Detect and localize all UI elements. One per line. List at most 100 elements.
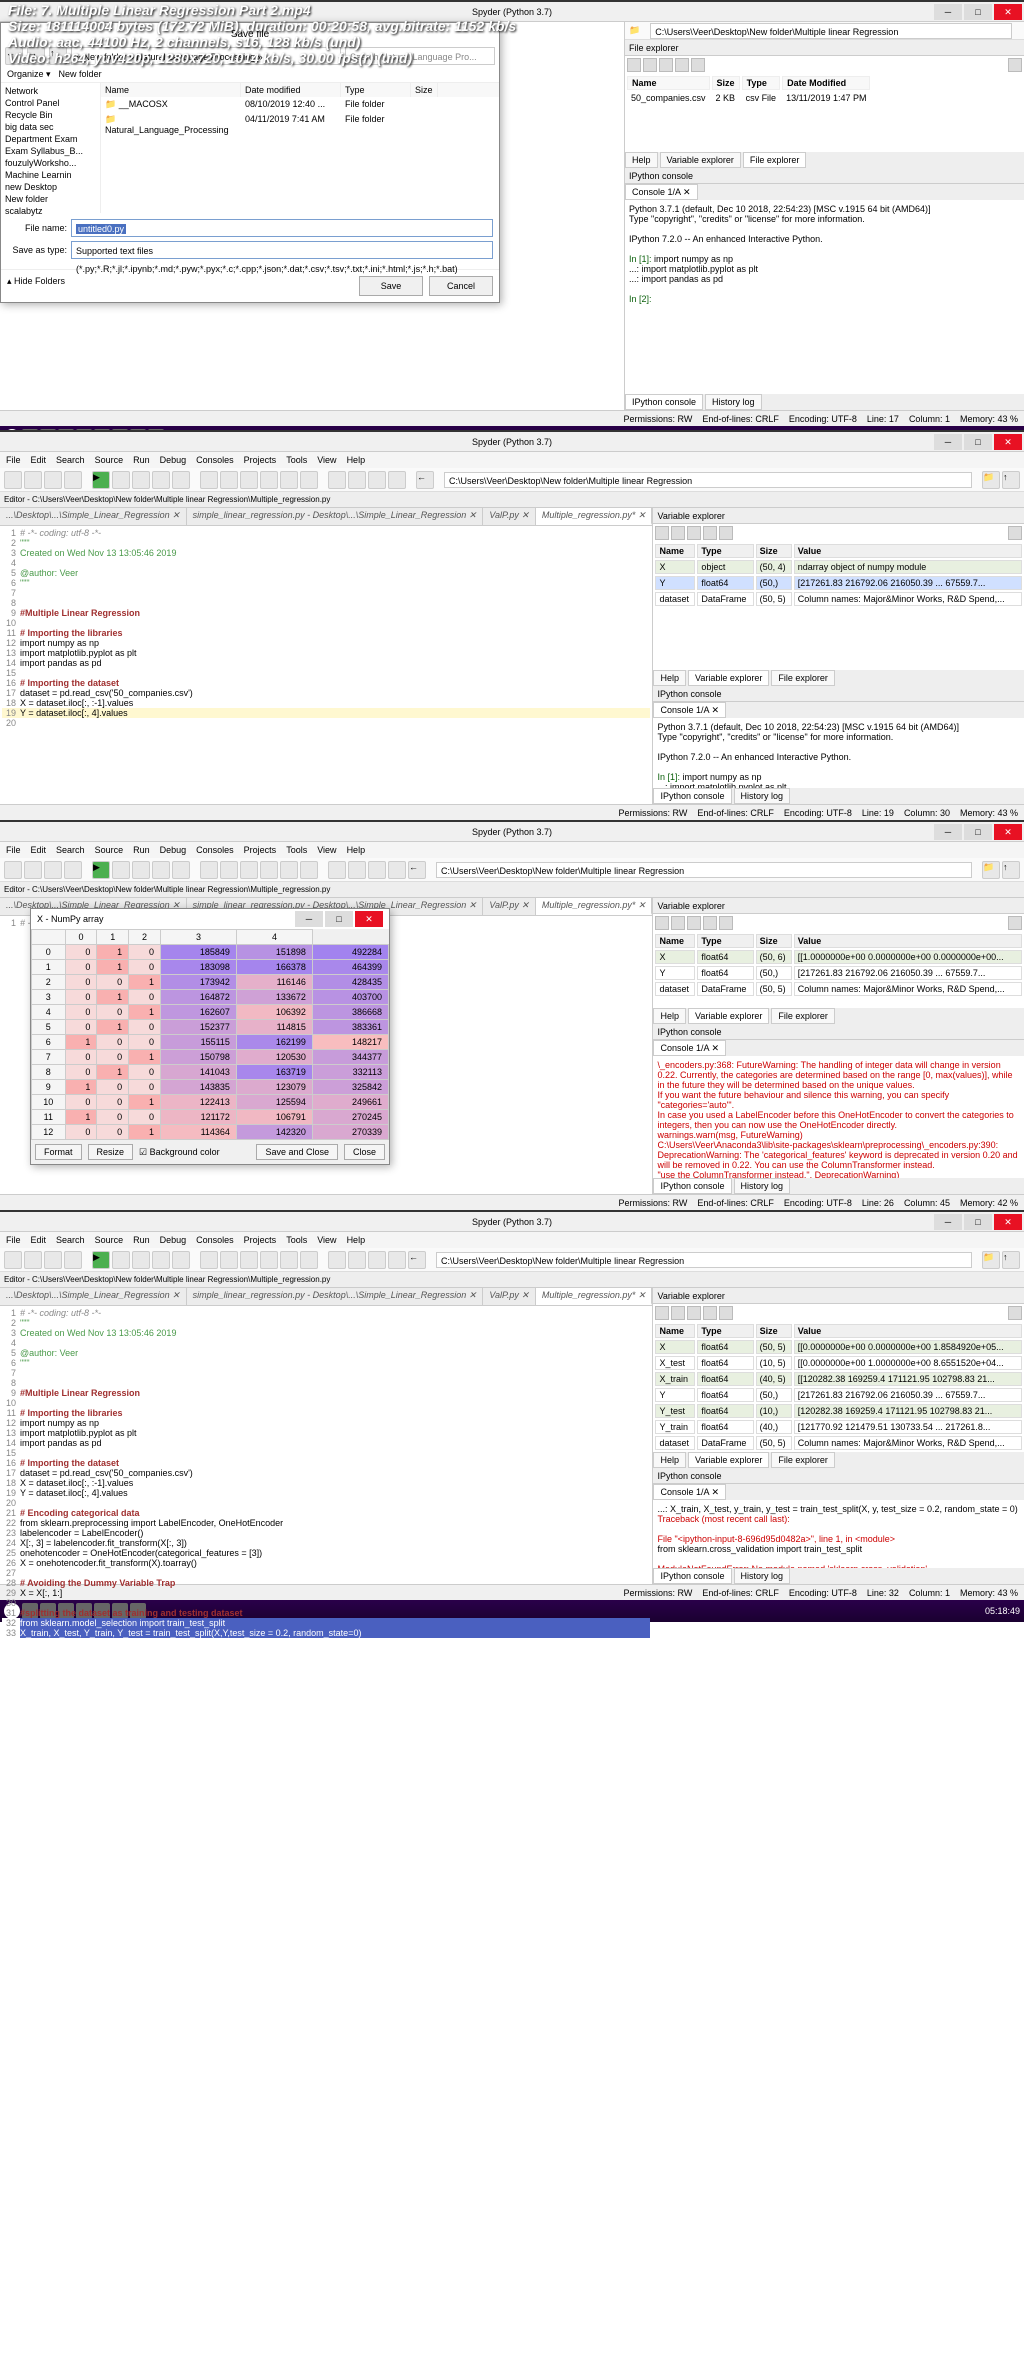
tb-btn[interactable] (4, 1251, 22, 1269)
np-cell[interactable]: 492284 (312, 945, 388, 960)
path-input[interactable]: C:\Users\Veer\Desktop\New folder\Multipl… (650, 23, 1012, 39)
menu-source[interactable]: Source (95, 1235, 124, 1245)
np-cell[interactable]: 163719 (236, 1065, 312, 1080)
tree-item[interactable]: Network (3, 85, 98, 97)
np-cell[interactable]: 0 (65, 1050, 97, 1065)
np-cell[interactable]: 0 (65, 1125, 97, 1140)
tree-item[interactable]: Control Panel (3, 97, 98, 109)
col-type[interactable]: Type (341, 83, 411, 97)
debug-button[interactable] (200, 471, 218, 489)
np-cell[interactable]: 0 (65, 1020, 97, 1035)
ipython-console[interactable]: ...: X_train, X_test, y_train, y_test = … (653, 1500, 1024, 1568)
np-cell[interactable]: 183098 (160, 960, 236, 975)
np-cell[interactable]: 164872 (160, 990, 236, 1005)
maximize-button[interactable]: □ (325, 911, 353, 927)
code-editor[interactable]: 1# -*- coding: utf-8 -*- 2""" 3Created o… (0, 1306, 652, 1640)
tb-btn[interactable] (44, 861, 62, 879)
console-tab[interactable]: Console 1/A ✕ (653, 702, 726, 718)
menu-consoles[interactable]: Consoles (196, 845, 234, 855)
ve-icon[interactable] (687, 916, 701, 930)
np-cell[interactable]: 142320 (236, 1125, 312, 1140)
var-row[interactable]: Y_testfloat64(10,)[120282.38 169259.4 17… (655, 1404, 1022, 1418)
maximize-button[interactable]: □ (964, 1214, 992, 1230)
np-cell[interactable]: 0 (97, 1080, 129, 1095)
minimize-button[interactable]: ─ (295, 911, 323, 927)
np-cell[interactable]: 1 (97, 1020, 129, 1035)
ve-icon[interactable] (655, 1306, 669, 1320)
bgcolor-checkbox[interactable]: ☑ Background color (139, 1147, 220, 1158)
tree-item[interactable]: big data sec (3, 121, 98, 133)
np-cell[interactable]: 133672 (236, 990, 312, 1005)
run-button[interactable]: ▶ (92, 861, 110, 879)
col[interactable]: Size (712, 76, 740, 90)
tb-btn[interactable] (280, 1251, 298, 1269)
np-cell[interactable]: 166378 (236, 960, 312, 975)
close-button[interactable]: ✕ (994, 1214, 1022, 1230)
back-button[interactable]: ← (408, 861, 426, 879)
var-row[interactable]: X_trainfloat64(40, 5)[[120282.38 169259.… (655, 1372, 1022, 1386)
tab-file-explorer[interactable]: File explorer (771, 1452, 835, 1468)
ve-icon[interactable] (703, 1306, 717, 1320)
tab-file-explorer[interactable]: File explorer (771, 670, 835, 686)
gear-icon[interactable] (1008, 1306, 1022, 1320)
tree-item[interactable]: Exam Syllabus_B... (3, 145, 98, 157)
tb-btn[interactable] (112, 1251, 130, 1269)
ipython-console[interactable]: Python 3.7.1 (default, Dec 10 2018, 22:5… (625, 200, 1024, 394)
tab-file-explorer[interactable]: File explorer (771, 1008, 835, 1024)
var-row[interactable]: X_testfloat64(10, 5)[[0.0000000e+00 1.00… (655, 1356, 1022, 1370)
tb-btn[interactable] (348, 1251, 366, 1269)
menu-edit[interactable]: Edit (31, 1235, 47, 1245)
minimize-button[interactable]: ─ (934, 1214, 962, 1230)
np-cell[interactable]: 0 (65, 975, 97, 990)
tb-btn[interactable] (200, 1251, 218, 1269)
np-cell[interactable]: 0 (65, 960, 97, 975)
tab-var-explorer[interactable]: Variable explorer (688, 670, 769, 686)
working-dir-input[interactable]: C:\Users\Veer\Desktop\New folder\Multipl… (436, 1252, 972, 1268)
np-cell[interactable]: 162607 (160, 1005, 236, 1020)
col[interactable]: Type (697, 544, 753, 558)
var-row[interactable]: Yfloat64(50,)[217261.83 216792.06 216050… (655, 966, 1022, 980)
close-button[interactable]: ✕ (994, 824, 1022, 840)
continue-button[interactable] (280, 471, 298, 489)
fe-icon[interactable] (675, 58, 689, 72)
rerun-button[interactable] (172, 471, 190, 489)
np-cell[interactable]: 325842 (312, 1080, 388, 1095)
tb-btn[interactable] (24, 861, 42, 879)
tree-item[interactable]: Department Exam (3, 133, 98, 145)
np-cell[interactable]: 121172 (160, 1110, 236, 1125)
np-cell[interactable]: 0 (129, 960, 161, 975)
tab-help[interactable]: Help (653, 670, 686, 686)
editor-tab[interactable]: simple_linear_regression.py - Desktop\..… (187, 1288, 484, 1305)
np-cell[interactable]: 120530 (236, 1050, 312, 1065)
ipython-console[interactable]: Python 3.7.1 (default, Dec 10 2018, 22:5… (653, 718, 1024, 788)
file-row[interactable]: 50_companies.csv2 KBcsv File13/11/2019 1… (627, 92, 870, 104)
menu-debug[interactable]: Debug (160, 455, 187, 465)
tab-var-explorer[interactable]: Variable explorer (660, 152, 741, 168)
working-dir-input[interactable]: C:\Users\Veer\Desktop\New folder\Multipl… (436, 862, 972, 878)
folder-tree[interactable]: Network Control Panel Recycle Bin big da… (1, 83, 101, 213)
ve-icon[interactable] (671, 526, 685, 540)
menu-run[interactable]: Run (133, 455, 150, 465)
tab-history[interactable]: History log (734, 1178, 791, 1194)
tb-btn[interactable] (300, 1251, 318, 1269)
tb-btn[interactable] (220, 1251, 238, 1269)
ve-icon[interactable] (671, 916, 685, 930)
np-cell[interactable]: 0 (129, 1065, 161, 1080)
np-cell[interactable]: 0 (65, 945, 97, 960)
menu-file[interactable]: File (6, 455, 21, 465)
np-cell[interactable]: 1 (65, 1110, 97, 1125)
np-cell[interactable]: 0 (65, 990, 97, 1005)
stop-button[interactable] (300, 471, 318, 489)
tb-btn[interactable] (4, 861, 22, 879)
tab-ipython[interactable]: IPython console (625, 394, 703, 410)
var-row[interactable]: Yfloat64(50,)[217261.83 216792.06 216050… (655, 1388, 1022, 1402)
menu-source[interactable]: Source (95, 845, 124, 855)
np-cell[interactable]: 125594 (236, 1095, 312, 1110)
np-cell[interactable]: 162199 (236, 1035, 312, 1050)
console-tab[interactable]: Console 1/A ✕ (653, 1040, 726, 1056)
close-viewer-button[interactable]: Close (344, 1144, 385, 1160)
ve-icon[interactable] (703, 526, 717, 540)
gear-icon[interactable] (1008, 58, 1022, 72)
tb-btn[interactable] (132, 1251, 150, 1269)
cancel-button[interactable]: Cancel (429, 276, 493, 296)
